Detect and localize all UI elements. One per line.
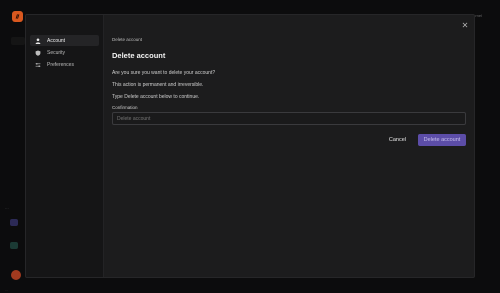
background-avatar	[11, 270, 21, 280]
sliders-icon	[35, 62, 41, 67]
person-icon	[35, 37, 41, 44]
page-title: Delete account	[112, 51, 166, 60]
delete-account-button[interactable]: Delete account	[418, 134, 466, 146]
warning-question: Are you sure you want to delete your acc…	[112, 70, 216, 76]
warning-permanent: This action is permanent and irreversibl…	[112, 82, 204, 88]
sidebar-item-preferences[interactable]: Preferences	[30, 59, 99, 70]
delete-account-modal: Account Security Preferences Delete acco…	[25, 14, 475, 278]
background-tab	[11, 37, 25, 45]
background-section-label: ...	[5, 205, 9, 210]
background-project-chip	[10, 242, 18, 249]
close-icon	[462, 22, 467, 27]
modal-actions: Cancel Delete account	[112, 134, 466, 146]
settings-sidebar: Account Security Preferences	[26, 15, 104, 277]
shield-icon	[35, 49, 41, 56]
sidebar-item-label: Preferences	[47, 61, 74, 68]
background-bottom-text: ...	[5, 287, 9, 292]
cancel-button[interactable]: Cancel	[385, 134, 410, 146]
sidebar-item-label: Account	[47, 37, 66, 44]
sidebar-item-account[interactable]: Account	[30, 35, 99, 46]
confirmation-input[interactable]	[112, 112, 466, 125]
sidebar-item-label: Security	[47, 49, 66, 56]
confirmation-label: Confirmation	[112, 105, 138, 110]
modal-content: Delete account Delete account Are you su…	[104, 15, 474, 277]
breadcrumb: Delete account	[112, 37, 143, 42]
close-button[interactable]	[461, 21, 468, 28]
app-logo	[12, 11, 23, 22]
sidebar-item-security[interactable]: Security	[30, 47, 99, 58]
confirmation-instruction: Type Delete account below to continue.	[112, 94, 200, 100]
background-project-chip	[10, 219, 18, 226]
